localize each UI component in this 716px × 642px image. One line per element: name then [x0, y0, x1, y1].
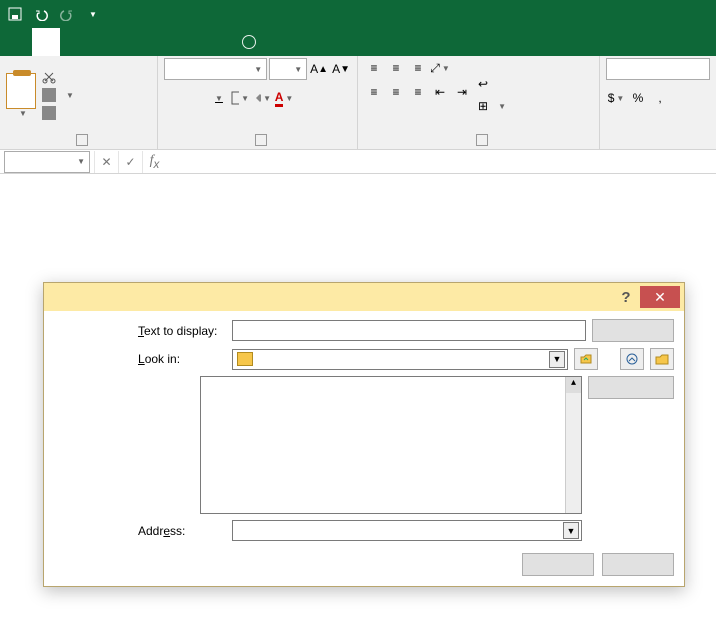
tab-home[interactable]	[32, 28, 60, 56]
percent-icon[interactable]: %	[628, 88, 648, 108]
font-name-combo[interactable]: ▼	[164, 58, 267, 80]
cancel-formula-icon[interactable]: ✕	[94, 151, 118, 173]
borders-button[interactable]: ▼	[230, 88, 250, 108]
ok-button[interactable]	[522, 553, 594, 576]
help-icon[interactable]: ?	[612, 289, 640, 306]
decrease-indent-icon[interactable]: ⇤	[430, 82, 450, 102]
border-icon	[231, 91, 239, 105]
align-top-icon[interactable]: ≡	[364, 58, 384, 78]
merge-icon: ⊞	[478, 99, 488, 113]
title-bar: ▼	[0, 0, 716, 28]
scissors-icon	[42, 70, 56, 84]
font-size-combo[interactable]: ▼	[269, 58, 307, 80]
italic-button[interactable]	[186, 88, 206, 108]
group-number: $▼ % ,	[600, 56, 716, 149]
bookmark-button[interactable]	[588, 376, 674, 399]
increase-font-icon[interactable]: A▲	[309, 59, 329, 79]
ribbon: ▼ ▼ ▼ ▼ A▲ A▼ ▼ ▼ ▼ A▼	[0, 56, 716, 150]
text-to-display-label: Text to display:	[138, 324, 226, 338]
qat-customize-icon[interactable]: ▼	[82, 3, 104, 25]
decrease-font-icon[interactable]: A▼	[331, 59, 351, 79]
cancel-button[interactable]	[602, 553, 674, 576]
alignment-launcher-icon[interactable]	[476, 134, 488, 146]
quick-access-toolbar: ▼	[4, 3, 104, 25]
cut-button[interactable]	[40, 69, 76, 85]
screentip-button[interactable]	[592, 319, 674, 342]
font-launcher-icon[interactable]	[255, 134, 267, 146]
lightbulb-icon	[242, 35, 256, 49]
chevron-down-icon[interactable]: ▼	[549, 351, 565, 368]
copy-button[interactable]: ▼	[40, 87, 76, 103]
align-right-icon[interactable]: ≡	[408, 82, 428, 102]
file-list[interactable]: ▴	[200, 376, 582, 514]
scroll-up-icon[interactable]: ▴	[566, 377, 581, 393]
group-alignment: ≡ ≡ ≡ ⤢▼ ≡ ≡ ≡ ⇤ ⇥ ↩ ⊞▼	[358, 56, 600, 149]
tab-page-layout[interactable]	[88, 28, 116, 56]
tab-view[interactable]	[200, 28, 228, 56]
up-folder-icon[interactable]	[574, 348, 598, 370]
address-combo[interactable]: ▼	[232, 520, 582, 541]
align-bottom-icon[interactable]: ≡	[408, 58, 428, 78]
look-in-label: Look in:	[138, 352, 226, 366]
font-color-button[interactable]: A▼	[274, 88, 294, 108]
redo-icon[interactable]	[56, 3, 78, 25]
fill-color-button[interactable]: ▼	[252, 88, 272, 108]
ribbon-tabs	[0, 28, 716, 56]
address-label: Address:	[138, 524, 226, 538]
group-clipboard: ▼ ▼	[0, 56, 158, 149]
bold-button[interactable]	[164, 88, 184, 108]
look-in-combo[interactable]: ▼	[232, 349, 568, 370]
clipboard-launcher-icon[interactable]	[76, 134, 88, 146]
paste-icon	[6, 73, 36, 109]
underline-button[interactable]: ▼	[208, 88, 228, 108]
merge-center-button[interactable]: ⊞▼	[476, 98, 508, 114]
fx-icon[interactable]: fx	[142, 151, 166, 173]
orientation-icon[interactable]: ⤢▼	[430, 58, 450, 78]
browse-file-icon[interactable]	[650, 348, 674, 370]
brush-icon	[42, 106, 56, 120]
paste-button[interactable]: ▼	[6, 58, 36, 132]
tab-formulas[interactable]	[116, 28, 144, 56]
format-painter-button[interactable]	[40, 105, 76, 121]
folder-icon	[237, 352, 253, 366]
tab-file[interactable]	[4, 28, 32, 56]
undo-icon[interactable]	[30, 3, 52, 25]
dialog-titlebar[interactable]: ? ✕	[44, 283, 684, 311]
insert-hyperlink-dialog: ? ✕ Text to display: Look in: ▼	[43, 282, 685, 587]
copy-icon	[42, 88, 56, 102]
group-font: ▼ ▼ A▲ A▼ ▼ ▼ ▼ A▼	[158, 56, 358, 149]
increase-indent-icon[interactable]: ⇥	[452, 82, 472, 102]
align-left-icon[interactable]: ≡	[364, 82, 384, 102]
scrollbar[interactable]: ▴	[565, 377, 581, 513]
bucket-icon	[253, 91, 261, 105]
formula-bar: ▼ ✕ ✓ fx	[0, 150, 716, 174]
enter-formula-icon[interactable]: ✓	[118, 151, 142, 173]
wrap-icon: ↩	[478, 77, 488, 91]
close-icon[interactable]: ✕	[640, 286, 680, 308]
text-to-display-input[interactable]	[232, 320, 586, 341]
wrap-text-button[interactable]: ↩	[476, 76, 508, 92]
save-icon[interactable]	[4, 3, 26, 25]
browse-web-icon[interactable]	[620, 348, 644, 370]
align-middle-icon[interactable]: ≡	[386, 58, 406, 78]
number-format-combo[interactable]	[606, 58, 710, 80]
name-box[interactable]: ▼	[4, 151, 90, 173]
align-center-icon[interactable]: ≡	[386, 82, 406, 102]
currency-icon[interactable]: $▼	[606, 88, 626, 108]
comma-icon[interactable]: ,	[650, 88, 670, 108]
tab-data[interactable]	[144, 28, 172, 56]
chevron-down-icon[interactable]: ▼	[563, 522, 579, 539]
tab-review[interactable]	[172, 28, 200, 56]
tell-me[interactable]	[228, 28, 274, 56]
tab-insert[interactable]	[60, 28, 88, 56]
